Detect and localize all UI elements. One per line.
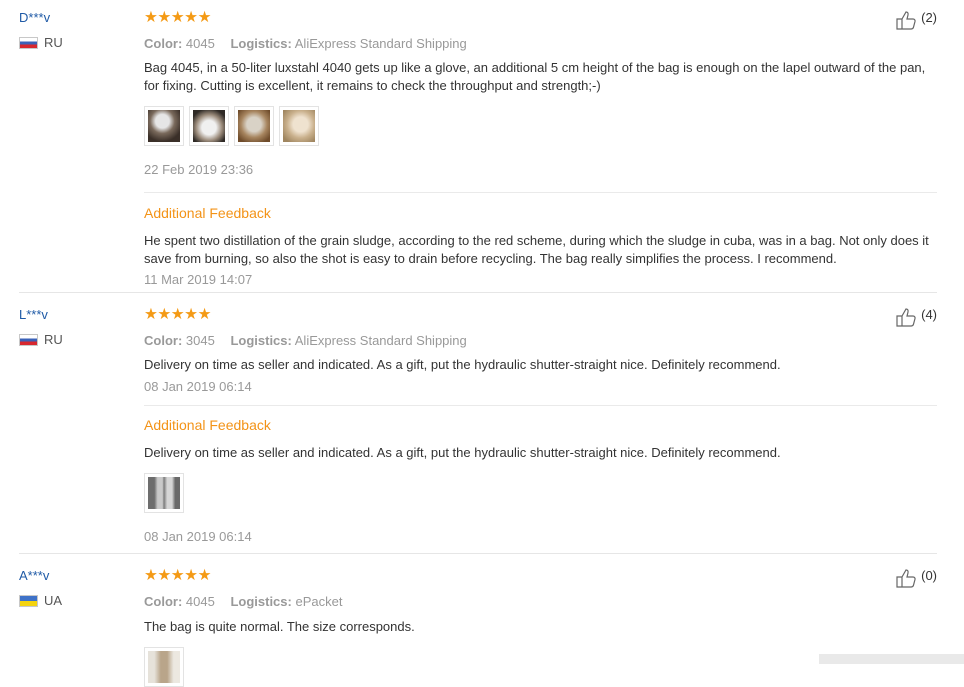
helpful-button[interactable]: (4) — [896, 307, 937, 327]
color-value: 4045 — [185, 36, 215, 51]
review-content: ★★★★★ Color: 4045 Logistics: ePacket The… — [144, 566, 937, 687]
review-text: Bag 4045, in a 50-liter luxstahl 4040 ge… — [144, 60, 926, 93]
reviewer-name[interactable]: A***v — [19, 568, 62, 584]
review-separator — [19, 553, 937, 554]
review-meta: Color: 4045 Logistics: ePacket — [144, 594, 937, 610]
flag-ru-icon — [19, 36, 38, 49]
review-photo-thumbnail[interactable] — [189, 106, 229, 146]
review-text: Delivery on time as seller and indicated… — [144, 357, 781, 372]
flag-ua-icon — [19, 594, 38, 607]
reviewer-info: D***v RU — [19, 10, 63, 50]
like-count: (2) — [921, 10, 937, 25]
review-photo-thumbnail[interactable] — [234, 106, 274, 146]
review-content: ★★★★★ Color: 3045 Logistics: AliExpress … — [144, 305, 937, 545]
review-text: The bag is quite normal. The size corres… — [144, 619, 415, 634]
logistics-label: Logistics: — [230, 36, 292, 51]
color-label: Color: — [144, 594, 183, 609]
logistics-label: Logistics: — [230, 333, 292, 348]
additional-feedback-date: 11 Mar 2019 14:07 — [144, 272, 253, 287]
review-photo-thumbnail[interactable] — [279, 106, 319, 146]
color-label: Color: — [144, 333, 183, 348]
like-count: (4) — [921, 307, 937, 322]
reviewer-country: RU — [19, 35, 63, 50]
star-rating: ★★★★★ — [144, 306, 211, 323]
like-count: (0) — [921, 568, 937, 583]
additional-feedback-date: 08 Jan 2019 06:14 — [144, 529, 252, 544]
reviewer-country: RU — [19, 332, 63, 347]
logistics-label: Logistics: — [230, 594, 292, 609]
helpful-button[interactable]: (0) — [896, 568, 937, 588]
logistics-value: AliExpress Standard Shipping — [294, 36, 467, 51]
logistics-value: ePacket — [295, 594, 343, 609]
thumbs-up-icon — [896, 11, 916, 30]
review-date: 22 Feb 2019 23:36 — [144, 162, 254, 177]
review-date: 08 Jan 2019 06:14 — [144, 379, 252, 394]
star-rating: ★★★★★ — [144, 9, 211, 26]
review-photos — [144, 647, 937, 687]
color-value: 4045 — [185, 594, 215, 609]
review-separator — [19, 292, 937, 293]
review-photo-thumbnail[interactable] — [144, 106, 184, 146]
reviewer-info: A***v UA — [19, 568, 62, 608]
divider — [144, 192, 937, 193]
review-meta: Color: 3045 Logistics: AliExpress Standa… — [144, 333, 937, 349]
color-label: Color: — [144, 36, 183, 51]
review-photo-thumbnail[interactable] — [144, 473, 184, 513]
country-code: RU — [44, 332, 63, 347]
thumbs-up-icon — [896, 569, 916, 588]
overlay-edge — [819, 654, 964, 664]
additional-feedback-label: Additional Feedback — [144, 417, 271, 433]
review-photo-thumbnail[interactable] — [144, 647, 184, 687]
divider — [144, 405, 937, 406]
reviewer-name[interactable]: D***v — [19, 10, 63, 26]
reviewer-name[interactable]: L***v — [19, 307, 63, 323]
additional-feedback-label: Additional Feedback — [144, 205, 271, 221]
thumbs-up-icon — [896, 308, 916, 327]
country-code: UA — [44, 593, 63, 608]
review-photos — [144, 106, 937, 146]
review-content: ★★★★★ Color: 4045 Logistics: AliExpress … — [144, 8, 937, 288]
reviewer-country: UA — [19, 593, 62, 608]
logistics-value: AliExpress Standard Shipping — [294, 333, 467, 348]
reviewer-info: L***v RU — [19, 307, 63, 347]
additional-feedback-text: Delivery on time as seller and indicated… — [144, 445, 781, 460]
color-value: 3045 — [185, 333, 215, 348]
additional-feedback-text: He spent two distillation of the grain s… — [144, 233, 929, 266]
country-code: RU — [44, 35, 63, 50]
review-photos — [144, 473, 937, 513]
helpful-button[interactable]: (2) — [896, 10, 937, 30]
star-rating: ★★★★★ — [144, 567, 211, 584]
flag-ru-icon — [19, 333, 38, 346]
review-meta: Color: 4045 Logistics: AliExpress Standa… — [144, 36, 937, 52]
